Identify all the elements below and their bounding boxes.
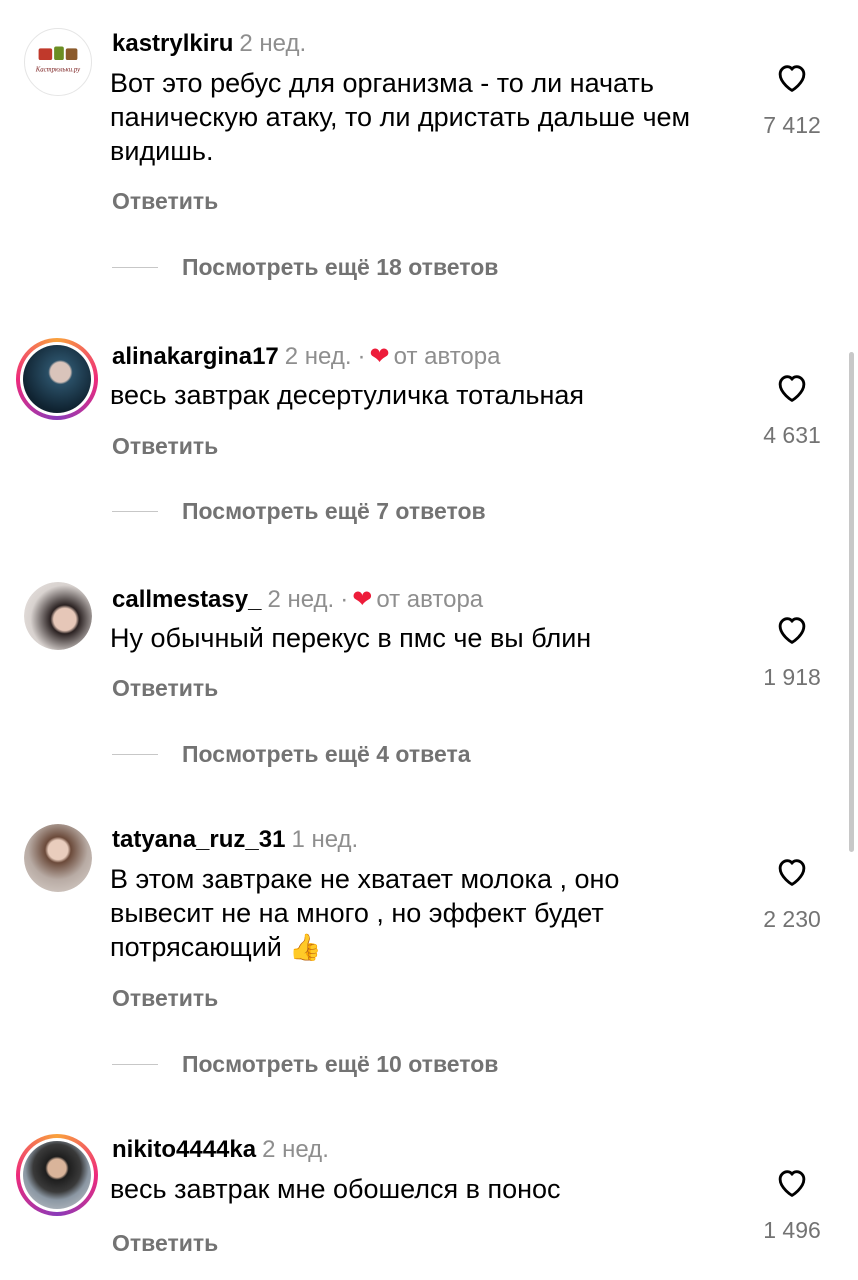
comment-header: alinakargina17 2 нед. · ❤ от автора [112, 342, 500, 371]
username[interactable]: callmestasy_ [112, 586, 261, 613]
heart-outline-icon[interactable] [772, 1163, 812, 1201]
view-replies-label[interactable]: Посмотреть ещё 18 ответов [182, 254, 498, 281]
like-count: 2 230 [763, 906, 821, 932]
username[interactable]: tatyana_ruz_31 [112, 826, 285, 853]
timestamp: 2 нед. [267, 586, 335, 613]
divider [112, 267, 158, 268]
view-replies-button[interactable]: Посмотреть ещё 18 ответов [112, 254, 498, 281]
avatar-photo [24, 582, 92, 650]
view-replies-label[interactable]: Посмотреть ещё 4 ответа [182, 741, 471, 768]
view-replies-label[interactable]: Посмотреть ещё 7 ответов [182, 498, 486, 525]
like-control[interactable]: 1 496 [752, 1163, 832, 1244]
reply-button[interactable]: Ответить [112, 1230, 218, 1257]
divider [112, 754, 158, 755]
avatar[interactable] [24, 824, 92, 892]
timestamp: 1 нед. [291, 826, 359, 853]
comment-text: Вот это ребус для организма - то ли нача… [110, 68, 691, 166]
comment-text: весь завтрак десертуличка тотальная [110, 380, 585, 410]
author-tag: от автора [393, 343, 501, 370]
comment-header: kastrylkiru 2 нед. [112, 30, 306, 58]
comment-header: callmestasy_ 2 нед. · ❤ от автора [112, 585, 483, 614]
avatar-photo [23, 345, 91, 413]
separator: · [340, 586, 349, 613]
scrollbar[interactable] [849, 352, 854, 852]
heart-outline-icon[interactable] [772, 610, 812, 648]
avatar[interactable]: Кастрюльки.ру [24, 28, 92, 96]
like-control[interactable]: 2 230 [752, 852, 832, 933]
view-replies-button[interactable]: Посмотреть ещё 7 ответов [112, 498, 486, 525]
view-replies-label[interactable]: Посмотреть ещё 10 ответов [182, 1051, 498, 1078]
reply-button[interactable]: Ответить [112, 188, 218, 215]
divider [112, 511, 158, 512]
like-control[interactable]: 1 918 [752, 610, 832, 691]
reply-button[interactable]: Ответить [112, 675, 218, 702]
timestamp: 2 нед. [284, 343, 352, 370]
username[interactable]: alinakargina17 [112, 343, 279, 370]
separator: · [357, 343, 366, 370]
avatar-photo [23, 1141, 91, 1209]
like-count: 4 631 [763, 422, 821, 448]
thumbs-up-icon: 👍 [289, 932, 322, 962]
comment-text: весь завтрак мне обошелся в понос [110, 1174, 561, 1204]
reply-button[interactable]: Ответить [112, 433, 218, 460]
heart-outline-icon[interactable] [772, 852, 812, 890]
comment-text: В этом завтраке не хватает молока , оно … [110, 862, 730, 964]
view-replies-button[interactable]: Посмотреть ещё 10 ответов [112, 1051, 498, 1078]
comment-text-body: В этом завтраке не хватает молока , оно … [110, 864, 620, 962]
avatar-photo [24, 824, 92, 892]
author-tag: от автора [376, 586, 484, 613]
username[interactable]: nikito4444ka [112, 1136, 256, 1163]
comment-header: nikito4444ka 2 нед. [112, 1136, 329, 1164]
username[interactable]: kastrylkiru [112, 30, 233, 57]
heart-outline-icon[interactable] [772, 58, 812, 96]
like-count: 1 918 [763, 664, 821, 690]
avatar[interactable] [24, 582, 92, 650]
avatar[interactable] [16, 1134, 98, 1216]
comment-header: tatyana_ruz_31 1 нед. [112, 826, 358, 854]
heart-filled-icon: ❤ [369, 343, 390, 370]
avatar[interactable] [16, 338, 98, 420]
logo-text: Кастрюльки.ру [35, 67, 81, 74]
divider [112, 1064, 158, 1065]
timestamp: 2 нед. [262, 1136, 329, 1163]
like-count: 7 412 [763, 112, 821, 138]
brand-logo-icon: Кастрюльки.ру [35, 46, 81, 74]
view-replies-button[interactable]: Посмотреть ещё 4 ответа [112, 741, 471, 768]
comment-text: Ну обычный перекус в пмс че вы блин [110, 623, 592, 653]
reply-button[interactable]: Ответить [112, 985, 218, 1012]
like-count: 1 496 [763, 1217, 821, 1243]
heart-outline-icon[interactable] [772, 368, 812, 406]
like-control[interactable]: 7 412 [752, 58, 832, 139]
like-control[interactable]: 4 631 [752, 368, 832, 449]
heart-filled-icon: ❤ [352, 586, 373, 613]
timestamp: 2 нед. [239, 30, 307, 57]
